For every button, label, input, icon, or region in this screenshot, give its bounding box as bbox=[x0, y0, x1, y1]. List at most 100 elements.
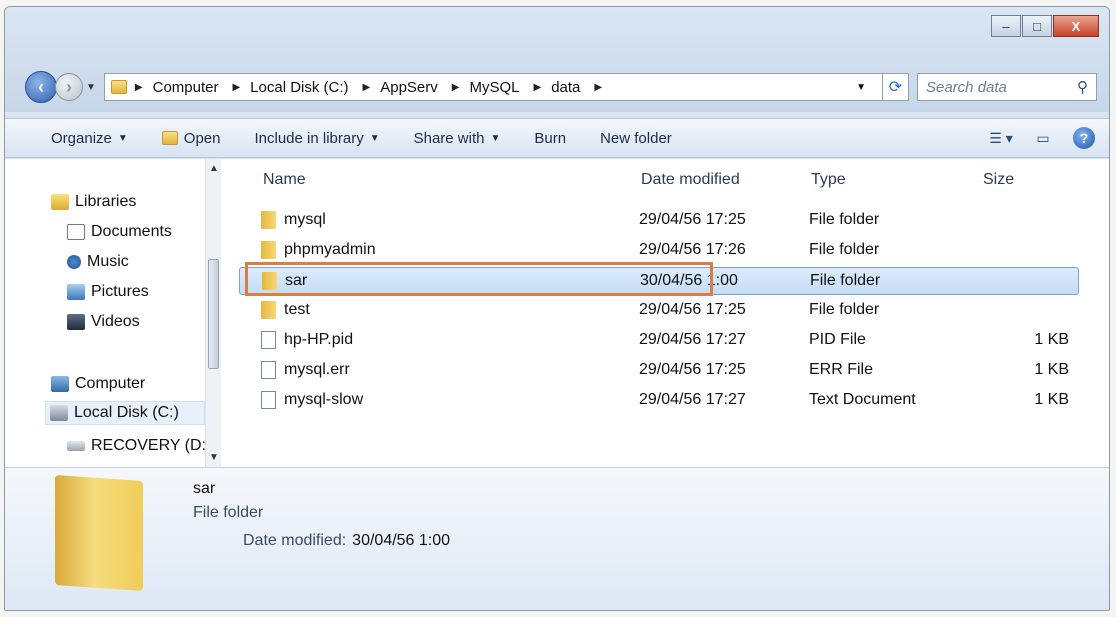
preview-pane-icon[interactable]: ▭ bbox=[1031, 127, 1055, 149]
recent-pages-dropdown[interactable]: ▼ bbox=[86, 82, 96, 93]
breadcrumb-separator-icon[interactable]: ▶ bbox=[534, 82, 542, 93]
computer-icon bbox=[51, 376, 69, 392]
file-icon bbox=[261, 331, 276, 349]
file-row[interactable]: mysql.err 29/04/56 17:25 ERR File 1 KB bbox=[239, 357, 1079, 385]
nav-item-videos[interactable]: Videos bbox=[67, 313, 140, 331]
breadcrumb-separator-icon[interactable]: ▶ bbox=[594, 82, 602, 93]
details-name: sar bbox=[193, 480, 216, 497]
title-bar: – □ X ‹ › ▼ ▶ Computer ▶ Local Disk (C:)… bbox=[5, 7, 1109, 112]
file-date: 29/04/56 17:25 bbox=[639, 361, 746, 378]
file-size: 1 KB bbox=[1034, 391, 1069, 408]
file-date: 29/04/56 17:25 bbox=[639, 301, 746, 318]
address-bar[interactable]: ▶ Computer ▶ Local Disk (C:) ▶ AppServ ▶… bbox=[103, 73, 883, 101]
organize-button[interactable]: Organize ▼ bbox=[51, 130, 128, 147]
details-pane: sar File folder Date modified: 30/04/56 1… bbox=[5, 467, 1109, 610]
column-header-date[interactable]: Date modified bbox=[641, 171, 740, 189]
file-row[interactable]: mysql-slow 29/04/56 17:27 Text Document … bbox=[239, 387, 1079, 415]
share-with-button[interactable]: Share with ▼ bbox=[414, 130, 501, 147]
breadcrumb-separator-icon[interactable]: ▶ bbox=[452, 82, 460, 93]
breadcrumb-computer[interactable]: Computer bbox=[153, 79, 219, 96]
search-placeholder: Search data bbox=[926, 78, 1007, 96]
breadcrumb-local-disk[interactable]: Local Disk (C:) bbox=[250, 79, 348, 96]
breadcrumb-separator-icon[interactable]: ▶ bbox=[232, 82, 240, 93]
nav-item-computer[interactable]: Computer bbox=[51, 375, 145, 393]
file-name: test bbox=[284, 301, 310, 318]
scroll-down-icon[interactable]: ▼ bbox=[209, 452, 219, 463]
file-date: 29/04/56 17:27 bbox=[639, 331, 746, 348]
folder-icon bbox=[261, 241, 276, 259]
new-folder-button[interactable]: New folder bbox=[600, 130, 672, 147]
nav-item-documents[interactable]: Documents bbox=[67, 223, 172, 241]
breadcrumb-mysql[interactable]: MySQL bbox=[469, 79, 519, 96]
folder-icon bbox=[110, 80, 127, 94]
file-type: PID File bbox=[809, 331, 866, 348]
text-file-icon bbox=[261, 391, 276, 409]
file-date: 29/04/56 17:26 bbox=[639, 241, 746, 258]
file-row[interactable]: test 29/04/56 17:25 File folder bbox=[239, 297, 1079, 325]
details-date-modified: Date modified: 30/04/56 1:00 bbox=[243, 532, 451, 549]
view-options-icon[interactable]: ☰ ▾ bbox=[989, 127, 1013, 149]
folder-icon bbox=[261, 301, 276, 319]
navigation-row: ‹ › ▼ ▶ Computer ▶ Local Disk (C:) ▶ App… bbox=[25, 69, 1097, 105]
scroll-up-icon[interactable]: ▲ bbox=[209, 163, 219, 174]
drive-icon bbox=[67, 441, 85, 451]
nav-scrollbar[interactable]: ▲ ▼ bbox=[205, 159, 221, 467]
nav-item-pictures[interactable]: Pictures bbox=[67, 283, 149, 301]
explorer-window: – □ X ‹ › ▼ ▶ Computer ▶ Local Disk (C:)… bbox=[4, 6, 1110, 611]
minimize-button[interactable]: – bbox=[991, 15, 1021, 37]
file-type: Text Document bbox=[809, 391, 916, 408]
nav-item-recovery[interactable]: RECOVERY (D: bbox=[67, 437, 206, 455]
nav-item-music[interactable]: Music bbox=[67, 253, 129, 271]
file-name: mysql.err bbox=[284, 361, 350, 378]
nav-item-libraries[interactable]: Libraries bbox=[51, 193, 136, 211]
breadcrumb-data[interactable]: data bbox=[551, 79, 580, 96]
command-bar: Organize ▼ Open Include in library ▼ Share… bbox=[5, 118, 1109, 158]
open-button[interactable]: Open bbox=[161, 130, 220, 147]
file-row[interactable]: hp-HP.pid 29/04/56 17:27 PID File 1 KB bbox=[239, 327, 1079, 355]
file-type: File folder bbox=[809, 241, 880, 258]
open-folder-icon bbox=[161, 131, 178, 145]
burn-button[interactable]: Burn bbox=[534, 130, 566, 147]
window-controls: – □ X bbox=[991, 15, 1099, 37]
file-name: phpmyadmin bbox=[284, 241, 376, 258]
search-input[interactable]: Search data ⚲ bbox=[917, 73, 1097, 101]
include-in-library-button[interactable]: Include in library ▼ bbox=[254, 130, 379, 147]
file-size: 1 KB bbox=[1034, 331, 1069, 348]
file-type: File folder bbox=[809, 301, 880, 318]
close-button[interactable]: X bbox=[1053, 15, 1099, 37]
column-header-name[interactable]: Name bbox=[263, 171, 306, 189]
file-name: mysql bbox=[284, 211, 326, 228]
file-row[interactable]: phpmyadmin 29/04/56 17:26 File folder bbox=[239, 237, 1079, 265]
maximize-button[interactable]: □ bbox=[1022, 15, 1052, 37]
libraries-icon bbox=[51, 194, 69, 210]
breadcrumb-separator-icon[interactable]: ▶ bbox=[135, 82, 143, 93]
refresh-icon[interactable]: ⟳ bbox=[883, 73, 909, 101]
local-disk-icon bbox=[50, 405, 68, 421]
help-icon[interactable]: ? bbox=[1073, 127, 1095, 149]
column-header-type[interactable]: Type bbox=[811, 171, 846, 189]
back-button[interactable]: ‹ bbox=[25, 71, 57, 103]
file-type: File folder bbox=[810, 272, 881, 289]
nav-item-local-disk[interactable]: Local Disk (C:) bbox=[45, 401, 205, 425]
address-dropdown-icon[interactable]: ▼ bbox=[856, 82, 866, 93]
breadcrumb-appserv[interactable]: AppServ bbox=[380, 79, 438, 96]
content-area: Libraries Documents Music Pictures Video… bbox=[5, 159, 1109, 467]
scroll-thumb[interactable] bbox=[208, 259, 219, 369]
breadcrumb-separator-icon[interactable]: ▶ bbox=[363, 82, 371, 93]
videos-icon bbox=[67, 314, 85, 330]
folder-icon bbox=[261, 211, 276, 229]
navigation-pane: Libraries Documents Music Pictures Video… bbox=[5, 159, 215, 467]
details-type: File folder bbox=[193, 504, 264, 521]
file-list: Name Date modified Type Size mysql 29/04… bbox=[223, 159, 1109, 467]
forward-button[interactable]: › bbox=[55, 73, 83, 101]
file-name: mysql-slow bbox=[284, 391, 364, 408]
documents-icon bbox=[67, 224, 85, 240]
file-name: hp-HP.pid bbox=[284, 331, 354, 348]
file-icon bbox=[261, 361, 276, 379]
music-icon bbox=[67, 255, 81, 269]
column-header-size[interactable]: Size bbox=[983, 171, 1014, 189]
file-type: ERR File bbox=[809, 361, 874, 378]
file-row[interactable]: mysql 29/04/56 17:25 File folder bbox=[239, 207, 1079, 235]
pictures-icon bbox=[67, 284, 85, 300]
search-icon[interactable]: ⚲ bbox=[1077, 78, 1088, 96]
